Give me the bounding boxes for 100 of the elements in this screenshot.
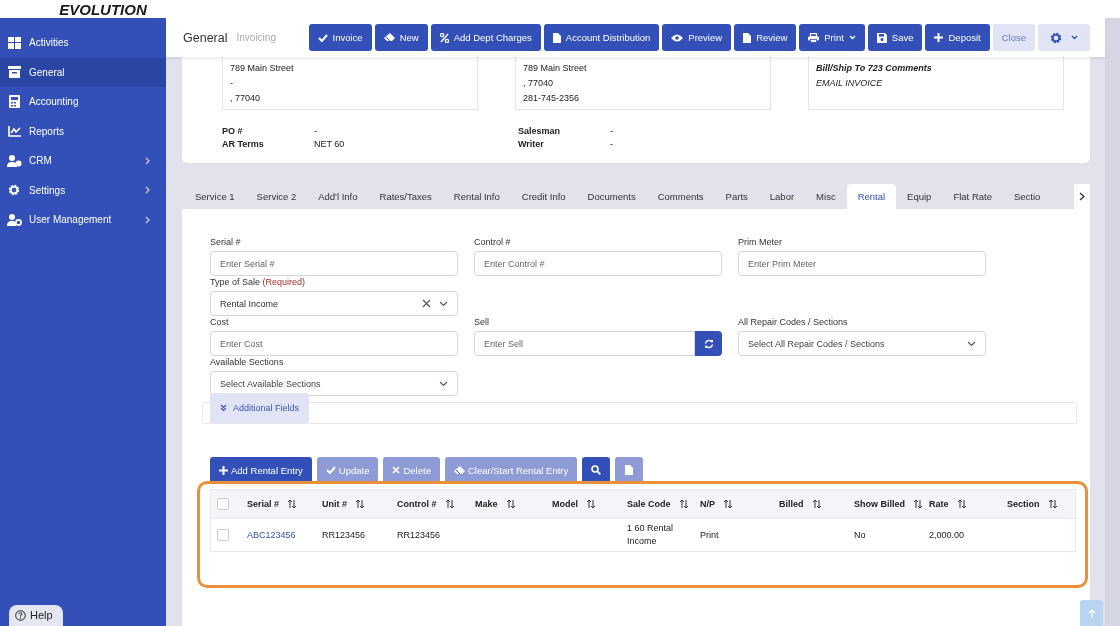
detail-label: AR Terms [222,139,265,149]
sort-icon [586,499,596,509]
toolbar-button[interactable]: Review [734,24,797,51]
file-icon [743,32,752,43]
toolbar-button[interactable]: Preview [662,24,732,51]
table-cell-text: 1 60 Rental Income [627,522,675,548]
checkbox[interactable] [217,529,229,541]
comments-title: Bill/Ship To 723 Comments [816,62,933,75]
sort-icon [287,499,298,509]
sidebar-item[interactable]: Reports [0,116,166,146]
archive-icon [7,66,21,79]
address-line: - [230,77,234,90]
sidebar-item[interactable]: Activities [0,28,166,58]
detail-label: Writer [518,139,545,149]
tab[interactable]: Sectio [1002,184,1052,209]
tab[interactable]: Service 1 [184,184,246,209]
sidebar-item[interactable]: User Management [0,205,166,235]
field-label: Control # [474,237,512,249]
plus-icon [219,465,228,475]
scrollbar-track[interactable] [1105,18,1120,626]
plus-icon [934,33,944,42]
select-field[interactable]: Select All Repair Codes / Sections [738,331,986,356]
column-header[interactable]: Make [475,499,498,509]
address-line: 789 Main Street [523,62,588,75]
toolbar-button[interactable]: Invoice [308,24,372,51]
column-header[interactable]: Unit # [322,499,347,509]
address-line: , 77040 [523,77,555,90]
help-icon [15,609,26,621]
serial-link[interactable]: ABC123456 [247,530,296,540]
chevron-right-icon [145,156,150,165]
field-label: All Repair Codes / Sections [738,317,849,329]
input-field[interactable]: Enter Control # [474,251,722,276]
search-button[interactable] [582,457,611,483]
toolbar-button[interactable]: New [374,24,428,51]
tab[interactable]: Comments [646,184,715,209]
file-icon [625,465,634,475]
tab[interactable]: Misc [805,184,847,209]
sort-icon [956,499,967,509]
help-button[interactable]: Help [9,605,63,626]
toolbar-button[interactable]: Account Distribution [543,24,660,51]
column-header[interactable]: Control # [397,499,437,509]
column-header[interactable]: Section [1007,499,1040,509]
tab[interactable]: Flat Rate [942,184,1003,209]
save-icon [876,32,887,43]
tab[interactable]: Add'l Info [307,184,369,209]
scroll-tabs-button[interactable] [1074,184,1090,209]
tab[interactable]: Labor [758,184,806,209]
field-label: Type of Sale (Required) [210,277,307,289]
tab[interactable]: Documents [576,184,647,209]
input-field[interactable]: Enter Cost [210,331,458,356]
input-field[interactable]: Enter Serial # [210,251,458,276]
toolbar-button[interactable]: Print [799,24,865,51]
checkbox[interactable] [217,498,229,510]
sidebar-item[interactable]: CRM [0,146,166,176]
sidebar-item[interactable]: Accounting [0,87,166,117]
caret-icon [848,35,856,40]
sort-icon [811,499,822,509]
column-header[interactable]: Serial # [247,499,280,509]
additional-fields-toggle[interactable]: Additional Fields [210,393,310,423]
table-cell-text: Print [700,528,720,542]
tab[interactable]: Parts [714,184,759,209]
select-field[interactable]: Rental Income [210,291,458,316]
toolbar-button[interactable]: Add Dept Charges [430,24,541,51]
chevron-right-icon [145,186,150,195]
logo-text: EVOLUTION [59,3,147,17]
column-header[interactable]: Billed [779,499,804,509]
column-header[interactable]: Model [552,499,578,509]
sort-icon [1047,499,1058,509]
column-header[interactable]: N/P [700,499,715,509]
input-field[interactable]: Enter Sell [474,331,695,356]
field-label: Serial # [210,237,242,249]
sort-icon [444,499,455,509]
sort-icon [723,499,733,509]
tab[interactable]: Service 2 [245,184,308,209]
toolbar-button[interactable]: Deposit [925,24,990,51]
sidebar-item[interactable]: Settings [0,175,166,205]
line-chart-icon [7,125,21,137]
settings-icon [1050,31,1062,44]
eraser-icon [453,465,465,475]
settings-button[interactable] [1038,24,1090,51]
eye-icon [671,33,684,42]
tab[interactable]: Equip [896,184,943,209]
column-header[interactable]: Rate [929,499,949,509]
refresh-button[interactable] [695,331,722,356]
tab[interactable]: Rental [846,184,897,209]
action-button[interactable]: Add Rental Entry [210,457,312,483]
chevron-right-icon [1079,192,1085,201]
table-cell-text: 2,000.00 [929,528,966,542]
column-header[interactable]: Sale Code [627,499,671,509]
sidebar-item[interactable]: General [0,57,166,87]
tab[interactable]: Rates/Taxes [368,184,443,209]
check-icon [317,33,328,42]
tab[interactable]: Rental Info [442,184,511,209]
sort-icon [913,499,923,509]
tab[interactable]: Credit Info [510,184,577,209]
input-field[interactable]: Enter Prim Meter [738,251,986,276]
page-title: General [183,30,228,45]
toolbar-button[interactable]: Save [867,24,923,51]
column-header[interactable]: Show Billed [854,499,905,509]
sort-icon [505,499,516,509]
